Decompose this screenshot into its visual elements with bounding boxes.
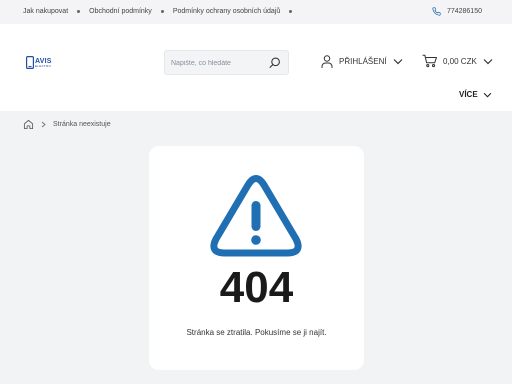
- breadcrumb: Stránka neexistuje: [23, 119, 111, 130]
- error-message: Stránka se ztratila. Pokusíme se ji nají…: [186, 328, 327, 337]
- logo-icon: [26, 56, 34, 69]
- cart-total: 0,00 CZK: [443, 56, 477, 66]
- header: AVIS ELEKTRO PŘIHLÁŠENÍ 0,00 CZK: [0, 24, 512, 111]
- separator-dot: [77, 10, 81, 13]
- breadcrumb-current: Stránka neexistuje: [53, 121, 111, 128]
- separator-dot: [289, 10, 293, 13]
- cart-button[interactable]: 0,00 CZK: [422, 54, 493, 68]
- logo-subtext: ELEKTRO: [35, 63, 52, 68]
- more-menu[interactable]: VÍCE: [459, 90, 492, 99]
- phone-icon: [432, 7, 441, 16]
- cart-icon: [422, 54, 437, 68]
- search-box: [164, 50, 289, 75]
- search-input[interactable]: [171, 57, 266, 69]
- link-terms[interactable]: Obchodní podmínky: [89, 8, 152, 15]
- chevron-down-icon: [483, 92, 491, 98]
- chevron-down-icon: [393, 59, 403, 65]
- phone-number: 774286150: [446, 8, 482, 15]
- more-label: VÍCE: [459, 90, 478, 99]
- link-how-to-buy[interactable]: Jak nakupovat: [23, 8, 68, 15]
- logo[interactable]: AVIS ELEKTRO: [26, 56, 52, 69]
- search-icon[interactable]: [268, 56, 282, 70]
- home-icon[interactable]: [23, 119, 34, 130]
- login-button[interactable]: PŘIHLÁŠENÍ: [321, 54, 403, 69]
- error-card: 404 Stránka se ztratila. Pokusíme se ji …: [149, 146, 364, 370]
- top-bar: Jak nakupovat Obchodní podmínky Podmínky…: [0, 0, 512, 24]
- top-links: Jak nakupovat Obchodní podmínky Podmínky…: [23, 8, 301, 15]
- phone-contact[interactable]: 774286150: [432, 7, 482, 16]
- separator-dot: [160, 10, 164, 13]
- chevron-down-icon: [483, 58, 493, 64]
- chevron-right-icon: [41, 121, 46, 128]
- user-icon: [321, 55, 333, 68]
- warning-icon: [210, 175, 302, 257]
- error-code: 404: [219, 263, 294, 312]
- link-privacy[interactable]: Podmínky ochrany osobních údajů: [173, 8, 280, 15]
- login-label: PŘIHLÁŠENÍ: [339, 57, 387, 66]
